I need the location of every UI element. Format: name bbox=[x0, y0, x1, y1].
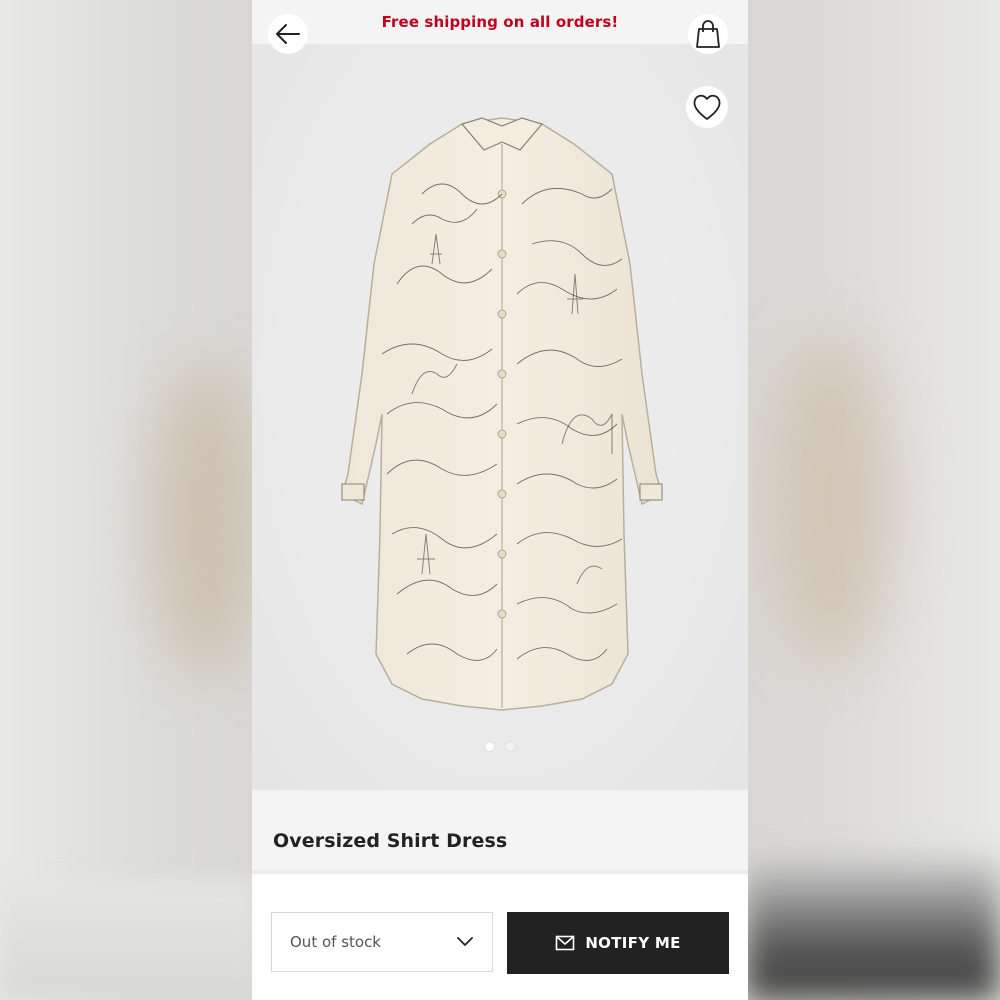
notify-me-label: NOTIFY ME bbox=[585, 934, 681, 952]
promo-text: Free shipping on all orders! bbox=[381, 13, 619, 31]
size-select[interactable]: Out of stock bbox=[271, 912, 493, 972]
product-title: Oversized Shirt Dress bbox=[273, 830, 508, 852]
carousel-dots bbox=[252, 741, 748, 752]
envelope-icon bbox=[556, 935, 575, 951]
carousel-dot[interactable] bbox=[505, 741, 516, 752]
product-page: Free shipping on all orders! Oversized S… bbox=[252, 0, 748, 1000]
shopping-bag-button[interactable] bbox=[688, 14, 728, 54]
purchase-bar: Out of stock NOTIFY ME bbox=[252, 874, 748, 1000]
wishlist-button[interactable] bbox=[686, 86, 728, 128]
product-image bbox=[341, 117, 663, 711]
arrow-left-icon bbox=[276, 24, 300, 44]
chevron-down-icon bbox=[457, 937, 473, 946]
notify-me-button[interactable]: NOTIFY ME bbox=[507, 912, 729, 974]
promo-bar: Free shipping on all orders! bbox=[252, 0, 748, 44]
size-select-value: Out of stock bbox=[290, 933, 381, 951]
back-button[interactable] bbox=[268, 14, 308, 54]
heart-icon bbox=[693, 94, 721, 120]
shopping-bag-icon bbox=[696, 20, 720, 48]
carousel-dot-active[interactable] bbox=[484, 741, 495, 752]
product-title-section: Oversized Shirt Dress bbox=[252, 790, 748, 870]
product-image-area[interactable] bbox=[252, 44, 748, 790]
